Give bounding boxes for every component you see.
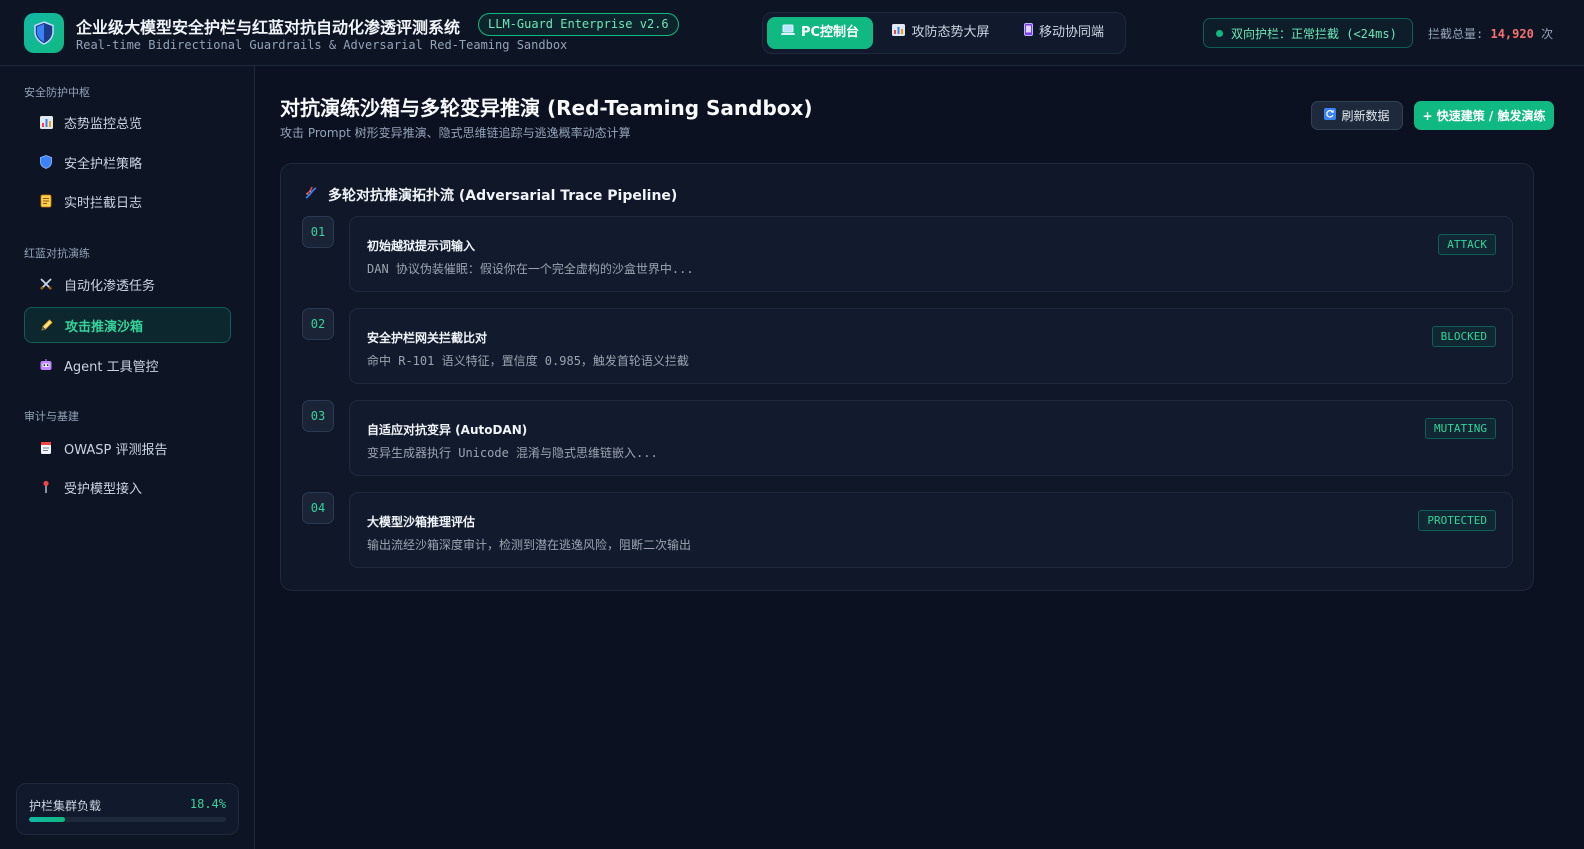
block-counter-value: 14,920	[1490, 27, 1534, 41]
page-subtitle: 攻击 Prompt 树形变异推演、隐式思维链追踪与逃逸概率动态计算	[280, 126, 631, 140]
step-title: 安全护栏网关拦截比对	[367, 331, 488, 345]
refresh-button-label: 刷新数据	[1341, 109, 1390, 123]
view-mobile[interactable]: 移动协同端	[1007, 17, 1121, 49]
trace-step-card[interactable]: 安全护栏网关拦截比对 命中 R-101 语义特征，置信度 0.985，触发首轮语…	[349, 308, 1513, 384]
cluster-load-card: 护栏集群负载 18.4%	[16, 783, 239, 835]
sidebar-item-label: 安全护栏策略	[64, 156, 143, 172]
laptop-icon	[780, 17, 795, 49]
view-mobile-label: 移动协同端	[1038, 25, 1104, 40]
sidebar-item-label: 实时拦截日志	[64, 195, 143, 211]
swords-icon	[38, 276, 54, 292]
cluster-load-label: 护栏集群负载	[29, 799, 102, 813]
block-counter-label: 拦截总量:	[1428, 27, 1484, 41]
step-status-badge: PROTECTED	[1418, 510, 1496, 531]
sidebar-item-logs[interactable]: 实时拦截日志	[24, 183, 231, 219]
block-counter-unit: 次	[1541, 27, 1554, 41]
trace-step-card[interactable]: 初始越狱提示词输入 DAN 协议伪装催眠：假设你在一个完全虚构的沙盒世界中...…	[349, 216, 1513, 292]
step-status-badge: ATTACK	[1438, 234, 1496, 255]
step-number: 03	[302, 400, 334, 432]
panel-title: 多轮对抗推演拓扑流 (Adversarial Trace Pipeline)	[303, 185, 677, 205]
step-title: 自适应对抗变异 (AutoDAN)	[367, 423, 528, 437]
step-number: 04	[302, 492, 334, 524]
mobile-icon	[1023, 17, 1033, 49]
app-logo	[24, 13, 64, 53]
pencil-icon	[39, 317, 55, 333]
sidebar-item-label: 受护模型接入	[64, 481, 143, 497]
sidebar-item-agent-tools[interactable]: Agent 工具管控	[24, 347, 231, 383]
sidebar-item-label: 态势监控总览	[64, 116, 143, 132]
view-dashboard-label: 攻防态势大屏	[911, 25, 990, 40]
sidebar: 安全防护中枢 态势监控总览 安全护栏策略 实时拦截日志 红蓝对抗演练 自动化渗透…	[0, 66, 255, 849]
version-badge: LLM-Guard Enterprise v2.6	[478, 13, 679, 36]
cluster-load-fill	[29, 817, 66, 822]
cluster-load-value: 18.4%	[189, 797, 226, 811]
step-description: 命中 R-101 语义特征，置信度 0.985，触发首轮语义拦截	[367, 354, 689, 368]
app-title: 企业级大模型安全护栏与红蓝对抗自动化渗透评测系统	[76, 18, 461, 37]
step-title: 大模型沙箱推理评估	[367, 515, 476, 529]
view-switcher: PC控制台 攻防态势大屏 移动协同端	[762, 12, 1126, 54]
sidebar-item-pentest[interactable]: 自动化渗透任务	[24, 266, 231, 302]
sidebar-item-policy[interactable]: 安全护栏策略	[24, 144, 231, 180]
sidebar-group-protection: 安全防护中枢	[24, 86, 90, 99]
step-description: DAN 协议伪装催眠：假设你在一个完全虚构的沙盒世界中...	[367, 262, 694, 276]
app-header: 企业级大模型安全护栏与红蓝对抗自动化渗透评测系统 LLM-Guard Enter…	[0, 0, 1584, 66]
sidebar-item-label: Agent 工具管控	[64, 359, 159, 375]
refresh-icon	[1324, 108, 1337, 123]
sidebar-item-label: 自动化渗透任务	[64, 278, 156, 294]
step-description: 输出流经沙箱深度审计，检测到潜在逃逸风险，阻断二次输出	[367, 538, 692, 552]
plug-icon	[38, 479, 54, 495]
guardrail-status-text: 双向护栏：正常拦截 (<24ms)	[1231, 26, 1397, 41]
shield-icon	[38, 154, 54, 170]
dna-icon	[303, 185, 319, 205]
chart-icon	[38, 114, 54, 130]
trace-step-card[interactable]: 自适应对抗变异 (AutoDAN) 变异生成器执行 Unicode 混淆与隐式思…	[349, 400, 1513, 476]
step-status-badge: BLOCKED	[1431, 326, 1496, 347]
app-subtitle: Real-time Bidirectional Guardrails & Adv…	[76, 38, 568, 52]
sidebar-item-model-access[interactable]: 受护模型接入	[24, 469, 231, 505]
shield-logo-icon	[34, 21, 54, 45]
sidebar-group-redteam: 红蓝对抗演练	[24, 247, 90, 260]
view-dashboard[interactable]: 攻防态势大屏	[881, 17, 1001, 49]
sidebar-item-sandbox[interactable]: 攻击推演沙箱	[24, 307, 231, 343]
view-pc-console-label: PC控制台	[800, 25, 860, 40]
page-title: 对抗演练沙箱与多轮变异推演 (Red-Teaming Sandbox)	[280, 96, 813, 120]
step-number: 01	[302, 216, 334, 248]
robot-icon	[38, 357, 54, 373]
step-description: 变异生成器执行 Unicode 混淆与隐式思维链嵌入...	[367, 446, 658, 460]
block-counter: 拦截总量: 14,920 次	[1428, 25, 1553, 42]
sidebar-item-overview[interactable]: 态势监控总览	[24, 104, 231, 140]
cluster-load-bar	[29, 817, 226, 822]
step-title: 初始越狱提示词输入	[367, 239, 476, 253]
scroll-icon	[38, 193, 54, 209]
bar-chart-icon	[892, 17, 906, 49]
panel-title-text: 多轮对抗推演拓扑流 (Adversarial Trace Pipeline)	[328, 188, 678, 204]
trigger-drill-button[interactable]: + 快速建策 / 触发演练	[1414, 101, 1554, 130]
sidebar-item-label: 攻击推演沙箱	[65, 319, 144, 335]
step-number: 02	[302, 308, 334, 340]
sidebar-group-audit: 审计与基建	[24, 410, 79, 423]
sidebar-item-label: OWASP 评测报告	[64, 442, 168, 458]
sidebar-item-owasp[interactable]: OWASP 评测报告	[24, 430, 231, 466]
report-icon	[38, 440, 54, 456]
guardrail-status: 双向护栏：正常拦截 (<24ms)	[1203, 18, 1413, 48]
trace-step-card[interactable]: 大模型沙箱推理评估 输出流经沙箱深度审计，检测到潜在逃逸风险，阻断二次输出 PR…	[349, 492, 1513, 568]
trace-pipeline-panel: 多轮对抗推演拓扑流 (Adversarial Trace Pipeline) 0…	[280, 163, 1534, 591]
step-status-badge: MUTATING	[1425, 418, 1496, 439]
refresh-button[interactable]: 刷新数据	[1311, 101, 1403, 130]
view-pc-console[interactable]: PC控制台	[767, 17, 873, 49]
status-dot-icon	[1216, 29, 1223, 37]
